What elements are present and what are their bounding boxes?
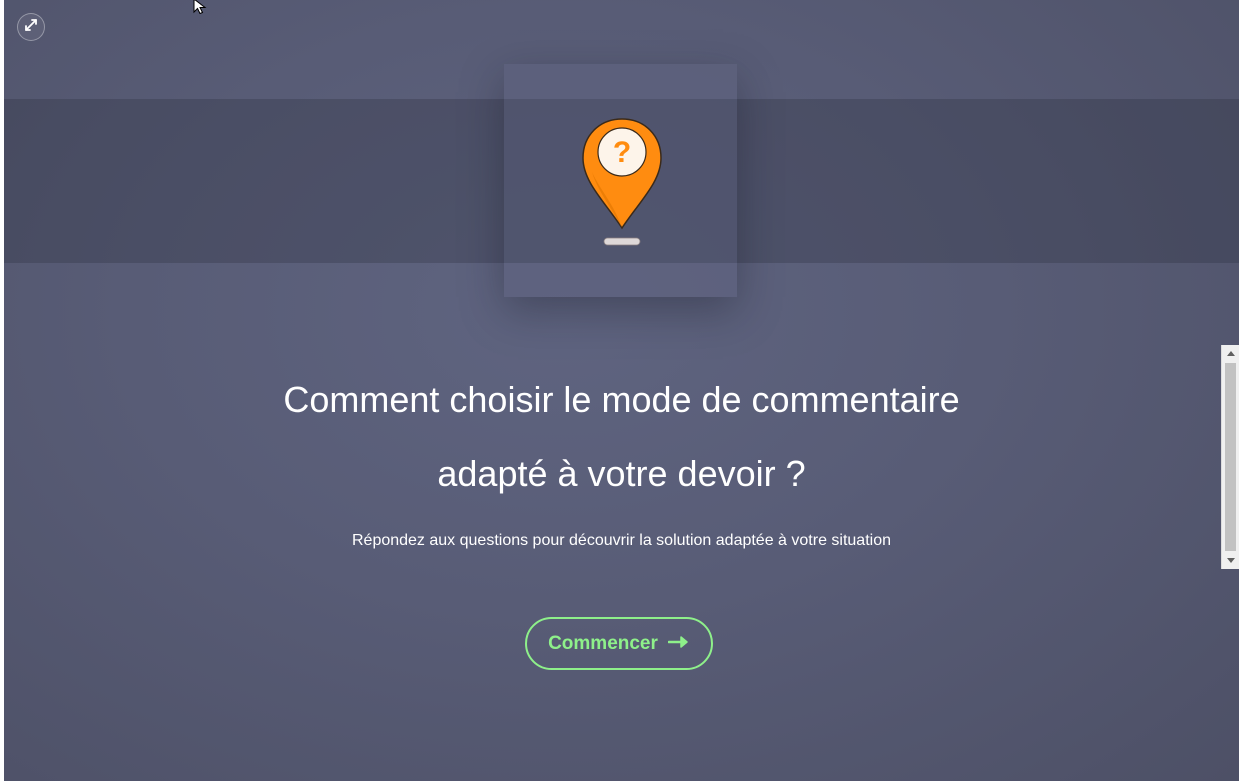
expand-arrows-icon (24, 18, 38, 37)
start-button[interactable]: Commencer (525, 617, 713, 670)
scroll-down-icon[interactable] (1222, 552, 1239, 569)
scroll-up-icon[interactable] (1222, 345, 1239, 362)
cover-image-card: ? (504, 64, 737, 297)
scrollbar-thumb[interactable] (1225, 363, 1236, 551)
vertical-scrollbar[interactable] (1221, 345, 1239, 569)
pin-question-mark: ? (613, 136, 631, 169)
quiz-subtitle: Répondez aux questions pour découvrir la… (351, 532, 891, 549)
start-button-label: Commencer (548, 632, 658, 654)
mouse-cursor-icon (193, 0, 209, 19)
quiz-frame: ? Comment choisir le mode de commentaire… (4, 0, 1239, 781)
question-map-pin-icon: ? (580, 116, 664, 253)
quiz-title-line1: Comment choisir le mode de commentaire (283, 379, 960, 420)
fullscreen-button[interactable] (17, 13, 45, 41)
quiz-title-line2: adapté à votre devoir ? (437, 453, 806, 494)
arrow-right-icon (667, 633, 690, 655)
